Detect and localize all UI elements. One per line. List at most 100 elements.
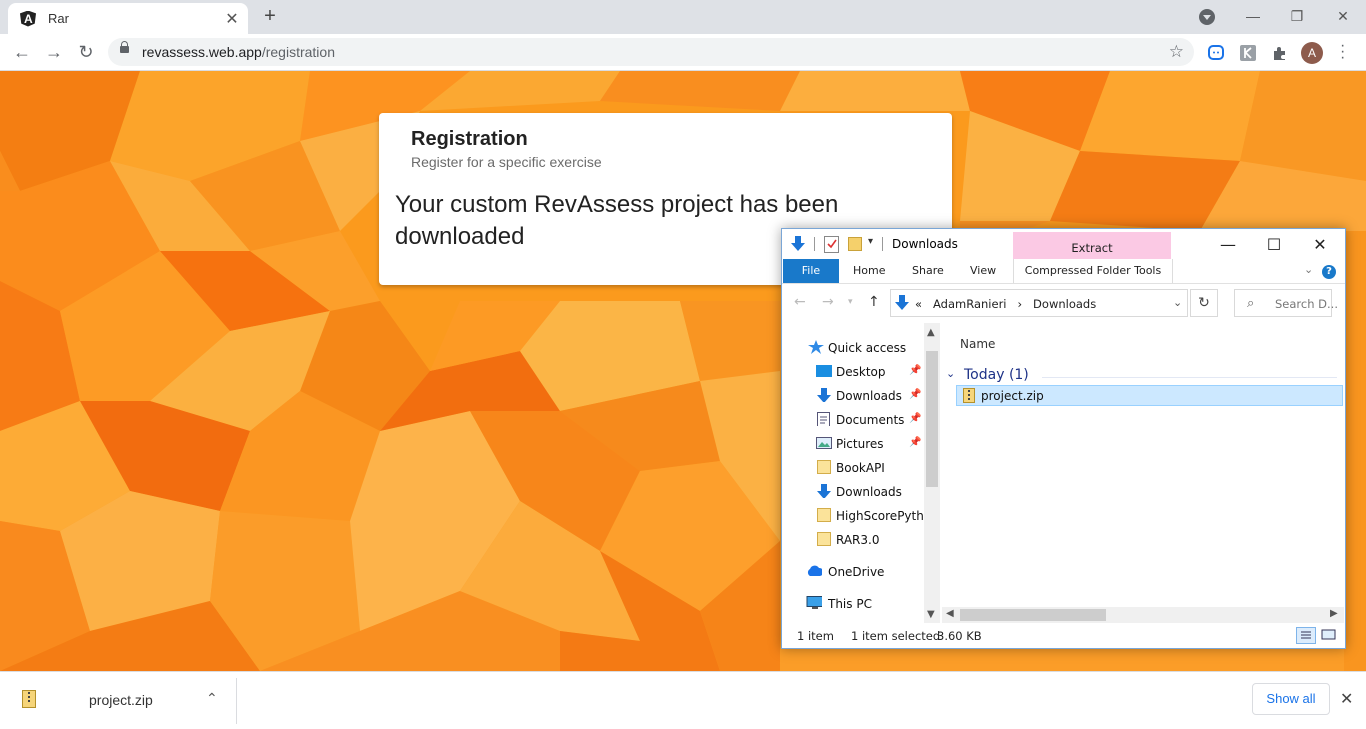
nav-item-documents[interactable]: Documents 📌	[782, 409, 924, 431]
profile-avatar[interactable]: A	[1301, 42, 1323, 64]
star-icon	[808, 340, 824, 354]
nav-scroll-thumb[interactable]	[926, 351, 938, 487]
extract-tab-header[interactable]: Extract	[1013, 232, 1171, 260]
back-button[interactable]: ←	[10, 40, 34, 64]
browser-tab[interactable]: A Rar ✕	[8, 3, 248, 34]
file-name: project.zip	[981, 389, 1044, 403]
file-row-project-zip[interactable]: project.zip	[956, 385, 1343, 406]
tab-search-icon[interactable]	[1199, 9, 1215, 25]
large-icons-view-button[interactable]	[1320, 627, 1338, 644]
column-header-name[interactable]: Name	[960, 337, 995, 351]
download-item-name[interactable]: project.zip	[89, 692, 153, 708]
menu-kebab-icon[interactable]: · · ·	[1340, 38, 1345, 66]
window-title: Downloads	[892, 237, 958, 251]
chat-extension-icon[interactable]	[1207, 44, 1225, 62]
pin-icon: 📌	[909, 413, 922, 424]
shelf-close-icon[interactable]: ✕	[1340, 689, 1353, 709]
status-size: 3.60 KB	[937, 629, 982, 643]
downloads-icon	[817, 388, 831, 402]
desktop-icon	[816, 365, 832, 377]
restore-button[interactable]: ❐	[1274, 4, 1320, 28]
lock-icon[interactable]	[120, 41, 129, 53]
ribbon-tab-home[interactable]: Home	[853, 264, 885, 277]
group-header-today[interactable]: Today (1)	[964, 367, 1029, 383]
explorer-forward-button[interactable]: →	[822, 294, 834, 310]
angular-icon: A	[20, 10, 36, 27]
explorer-search-input[interactable]: ⌕ Search D...	[1234, 289, 1338, 317]
ribbon-tab-view[interactable]: View	[970, 264, 996, 277]
details-view-button[interactable]	[1296, 627, 1316, 644]
explorer-status-bar: 1 item 1 item selected 3.60 KB	[782, 627, 1345, 647]
reload-button[interactable]: ↻	[74, 40, 98, 64]
ribbon-tab-share[interactable]: Share	[912, 264, 944, 277]
up-folder-button[interactable]: ↑	[868, 294, 880, 310]
address-breadcrumb: « AdamRanieri › Downloads	[915, 297, 1097, 311]
nav-item-onedrive[interactable]: OneDrive	[782, 561, 924, 583]
nav-item-downloads[interactable]: Downloads 📌	[782, 385, 924, 407]
new-folder-icon[interactable]	[848, 237, 862, 251]
scroll-left-icon[interactable]: ◀	[946, 608, 954, 619]
help-icon[interactable]: ?	[1322, 265, 1336, 279]
scroll-down-icon[interactable]: ▼	[927, 609, 935, 620]
group-collapse-chevron-icon[interactable]: ⌄	[946, 367, 955, 380]
ribbon-tab-file[interactable]: File	[783, 259, 839, 283]
breadcrumb-adamranieri[interactable]: AdamRanieri	[933, 297, 1006, 311]
downloads-icon	[817, 484, 831, 498]
download-options-chevron-icon[interactable]: ⌃	[206, 690, 218, 707]
address-dropdown-icon[interactable]: ⌄	[1173, 296, 1182, 309]
nav-item-this-pc[interactable]: This PC	[782, 593, 924, 615]
nav-item-highscorepython[interactable]: HighScorePytho	[782, 505, 924, 527]
status-item-count: 1 item	[797, 629, 834, 643]
status-selected: 1 item selected	[851, 629, 941, 643]
search-icon: ⌕	[1247, 296, 1255, 311]
documents-icon	[817, 412, 830, 426]
scroll-up-icon[interactable]: ▲	[927, 327, 935, 338]
content-scroll-thumb[interactable]	[960, 609, 1106, 621]
scroll-right-icon[interactable]: ▶	[1330, 608, 1338, 619]
zip-file-icon	[963, 388, 975, 403]
shelf-divider	[236, 678, 237, 724]
qat-separator	[882, 237, 883, 251]
bookmark-star-icon[interactable]: ☆	[1169, 42, 1184, 62]
explorer-address-bar[interactable]: « AdamRanieri › Downloads ⌄	[890, 289, 1188, 317]
explorer-close-button[interactable]: ✕	[1300, 235, 1340, 254]
zip-file-icon	[22, 690, 36, 708]
address-bar[interactable]: revassess.web.app/registration ☆	[108, 38, 1194, 66]
downloads-arrow-icon	[895, 295, 909, 310]
puzzle-icon[interactable]	[1271, 44, 1289, 62]
pin-icon: 📌	[909, 437, 922, 448]
nav-vertical-scrollbar[interactable]: ▲ ▼	[924, 323, 940, 623]
breadcrumb-downloads[interactable]: Downloads	[1033, 297, 1096, 311]
nav-item-downloads-2[interactable]: Downloads	[782, 481, 924, 503]
refresh-button[interactable]: ↻	[1190, 289, 1218, 317]
recent-locations-chevron-icon[interactable]: ▾	[848, 297, 853, 307]
extension-icon[interactable]	[1239, 44, 1257, 62]
nav-item-bookapi[interactable]: BookAPI	[782, 457, 924, 479]
cloud-icon	[807, 565, 822, 576]
ribbon-expand-chevron-icon[interactable]: ⌄	[1304, 263, 1313, 276]
browser-toolbar: ← → ↻ revassess.web.app/registration ☆ A…	[0, 34, 1366, 71]
minimize-button[interactable]: —	[1230, 4, 1276, 28]
content-horizontal-scrollbar[interactable]: ◀ ▶	[942, 607, 1344, 623]
nav-item-pictures[interactable]: Pictures 📌	[782, 433, 924, 455]
nav-item-rar3[interactable]: RAR3.0	[782, 529, 924, 551]
nav-item-quick-access[interactable]: Quick access	[782, 337, 924, 359]
close-window-button[interactable]: ✕	[1320, 4, 1366, 28]
ribbon-tab-compressed-tools[interactable]: Compressed Folder Tools	[1013, 259, 1173, 283]
qat-dropdown-icon[interactable]: ▾	[868, 236, 873, 247]
explorer-minimize-button[interactable]: —	[1208, 235, 1248, 254]
new-tab-button[interactable]: +	[260, 6, 280, 26]
downloads-folder-icon	[790, 235, 806, 253]
forward-button[interactable]: →	[42, 40, 66, 64]
computer-icon	[806, 596, 822, 609]
explorer-maximize-button[interactable]: ☐	[1254, 235, 1294, 254]
ribbon-tabs: File Home Share View Compressed Folder T…	[782, 259, 1345, 284]
nav-item-desktop[interactable]: Desktop 📌	[782, 361, 924, 383]
properties-icon[interactable]	[824, 236, 839, 253]
explorer-back-button[interactable]: ←	[794, 294, 806, 310]
explorer-title-bar: ▾ Downloads Extract — ☐ ✕	[782, 229, 1345, 260]
show-all-button[interactable]: Show all	[1252, 683, 1330, 715]
folder-icon	[817, 508, 831, 522]
tab-close-icon[interactable]: ✕	[222, 9, 242, 29]
group-divider	[1042, 377, 1337, 378]
